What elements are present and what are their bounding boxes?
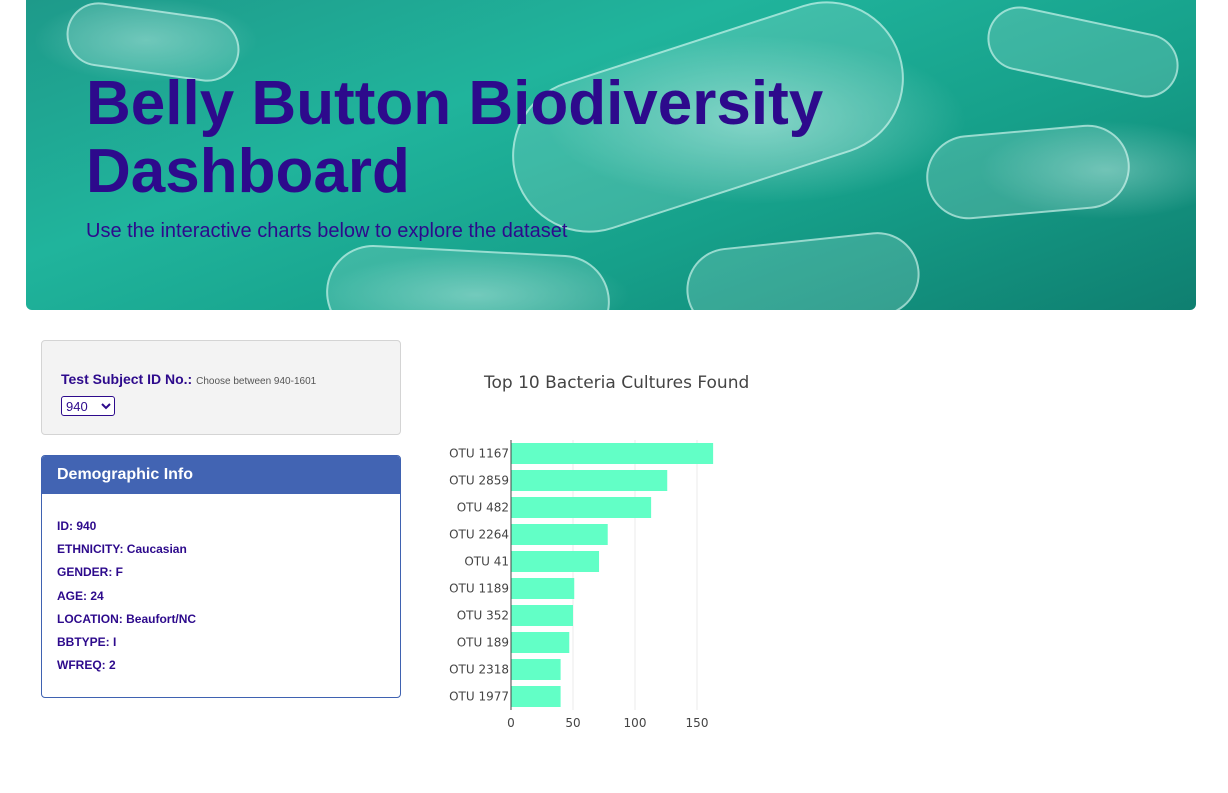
- mitochondria-image: [323, 242, 613, 310]
- bar: [511, 524, 608, 545]
- selector-hint: Choose between 940-1601: [196, 376, 317, 387]
- y-tick-label: OTU 1167: [449, 447, 509, 461]
- demographic-info-panel: Demographic Info ID: 940 ETHNICITY: Cauc…: [41, 455, 401, 698]
- demo-gender: GENDER: F: [57, 565, 123, 580]
- y-tick-label: OTU 2318: [449, 663, 509, 677]
- subject-selector-panel: Test Subject ID No.: Choose between 940-…: [41, 340, 401, 435]
- demo-wfreq: WFREQ: 2: [57, 658, 116, 673]
- bar-chart-title: Top 10 Bacteria Cultures Found: [484, 373, 750, 393]
- page-subtitle: Use the interactive charts below to expl…: [86, 220, 568, 242]
- bar: [511, 632, 570, 653]
- x-tick-label: 100: [624, 716, 647, 730]
- x-tick-label: 150: [686, 716, 709, 730]
- x-tick-label: 0: [507, 716, 515, 730]
- demo-id: ID: 940: [57, 519, 97, 533]
- subject-selector-label: Test Subject ID No.: Choose between 940-…: [61, 371, 316, 387]
- subject-id-dropdown[interactable]: 940: [61, 396, 115, 416]
- bar: [511, 443, 714, 464]
- bar: [511, 470, 668, 491]
- mitochondria-image: [682, 228, 924, 310]
- demo-age: AGE: 24: [57, 588, 104, 603]
- y-tick-label: OTU 2264: [449, 528, 509, 542]
- x-tick-label: 50: [565, 716, 580, 730]
- selector-label-text: Test Subject ID No.:: [61, 371, 193, 387]
- y-tick-label: OTU 482: [457, 501, 509, 515]
- demographic-info-title: Demographic Info: [42, 456, 400, 494]
- bar: [511, 659, 561, 680]
- bar: [511, 578, 575, 599]
- mitochondria-image: [981, 0, 1185, 104]
- bar-chart: 0 50 100 150 OTU 1167 OTU 2859 OTU 482 OTU 2264…: [449, 440, 714, 730]
- y-tick-label: OTU 1189: [449, 582, 509, 596]
- page-title: Belly Button Biodiversity Dashboard: [86, 69, 824, 206]
- y-tick-label: OTU 2859: [449, 474, 509, 488]
- demo-location: LOCATION: Beaufort/NC: [57, 611, 197, 626]
- header-banner: Belly Button Biodiversity Dashboard Use …: [26, 0, 1196, 310]
- bar: [511, 605, 573, 626]
- demo-bbtype: BBTYPE: I: [57, 634, 117, 649]
- demographic-info-body: ID: 940 ETHNICITY: Caucasian GENDER: F A…: [42, 494, 400, 680]
- bar: [511, 497, 652, 518]
- y-tick-label: OTU 189: [457, 636, 509, 650]
- bar: [511, 686, 561, 707]
- y-tick-label: OTU 1977: [449, 690, 509, 704]
- demo-ethnicity: ETHNICITY: Caucasian: [57, 542, 187, 557]
- bar: [511, 551, 600, 572]
- mitochondria-image: [922, 121, 1134, 223]
- y-tick-label: OTU 41: [464, 555, 509, 569]
- y-tick-label: OTU 352: [457, 609, 509, 623]
